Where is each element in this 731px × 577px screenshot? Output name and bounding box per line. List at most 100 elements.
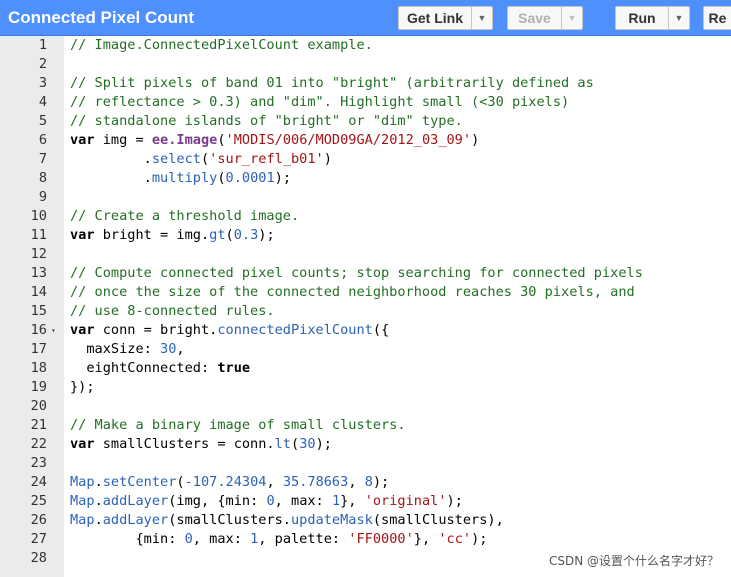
code-token: ( (217, 132, 226, 148)
chevron-down-icon[interactable]: ▼ (471, 7, 492, 29)
code-token: (smallClusters. (168, 512, 291, 528)
line-number: 21 (30, 417, 47, 433)
line-number: 28 (30, 550, 47, 566)
code-token: // use 8-connected rules. (70, 303, 275, 319)
code-line[interactable]: 27 {min: 0, max: 1, palette: 'FF0000'}, … (0, 530, 731, 549)
code-line[interactable]: 20 (0, 397, 731, 416)
code-editor[interactable]: 1// Image.ConnectedPixelCount example. 2 3… (0, 36, 731, 577)
code-token: ) (323, 151, 332, 167)
code-token: , (348, 474, 365, 490)
code-token: true (217, 360, 251, 376)
code-token: 1 (331, 493, 341, 509)
code-token: Map (70, 512, 95, 528)
line-number: 2 (38, 56, 47, 72)
code-text: var smallClusters = conn.lt(30); (70, 435, 332, 454)
script-title: Connected Pixel Count (8, 8, 195, 27)
line-number: 19 (30, 379, 47, 395)
code-line[interactable]: 13 // Compute connected pixel counts; sto… (0, 264, 731, 283)
line-number: 4 (38, 94, 47, 110)
code-token: var (70, 132, 95, 148)
code-text: }); (70, 378, 95, 397)
code-line[interactable]: 15 // use 8-connected rules. (0, 302, 731, 321)
code-token: lt (274, 436, 291, 452)
code-token: -107.24304 (184, 474, 267, 490)
code-line[interactable]: 7 .select('sur_refl_b01') (0, 150, 731, 169)
code-text: var bright = img.gt(0.3); (70, 226, 275, 245)
code-text: eightConnected: true (70, 359, 250, 378)
code-token: 0 (266, 493, 275, 509)
code-line[interactable]: 19}); (0, 378, 731, 397)
code-token: 'cc' (438, 531, 472, 547)
code-line[interactable]: 6 var img = ee.Image('MODIS/006/MOD09GA/2… (0, 131, 731, 150)
code-token: 30 (160, 341, 177, 357)
code-line[interactable]: 11 var bright = img.gt(0.3); (0, 226, 731, 245)
line-number: 26 (30, 512, 47, 528)
code-token: 'MODIS/006/MOD09GA/2012_03_09' (225, 132, 472, 148)
code-token: select (151, 151, 201, 167)
chevron-down-icon[interactable]: ▼ (668, 7, 689, 29)
code-token: ); (471, 531, 488, 547)
code-line[interactable]: 16 ▾ var conn = bright.connectedPixelCount… (0, 321, 731, 340)
code-token: Map (70, 474, 95, 490)
code-token: ee.Image (151, 132, 218, 148)
code-token: img = (94, 132, 152, 148)
code-line[interactable]: 4 // reflectance > 0.3) and "dim". Highli… (0, 93, 731, 112)
code-line[interactable]: 21 // Make a binary image of small cluste… (0, 416, 731, 435)
code-line[interactable]: 23 (0, 454, 731, 473)
code-token: maxSize: (70, 341, 161, 357)
reset-button[interactable]: Re (703, 6, 731, 30)
code-text: Map.setCenter(-107.24304, 35.78663, 8); (70, 473, 389, 492)
line-number: 25 (30, 493, 47, 509)
code-token: // Image.ConnectedPixelCount example. (70, 37, 373, 53)
code-token: . (94, 474, 103, 490)
code-token: // standalone islands of "bright" or "di… (70, 113, 463, 129)
code-token: Map (70, 493, 95, 509)
code-line[interactable]: 9 (0, 188, 731, 207)
reset-label: Re (708, 10, 727, 26)
code-token: 'FF0000' (348, 531, 414, 547)
code-line[interactable]: 14 // once the size of the connected neig… (0, 283, 731, 302)
code-token: setCenter (102, 474, 177, 490)
line-number: 9 (38, 189, 47, 205)
code-token: ( (225, 227, 234, 243)
code-line[interactable]: 12 (0, 245, 731, 264)
code-line[interactable]: 17 maxSize: 30, (0, 340, 731, 359)
code-text: // Make a binary image of small clusters… (70, 416, 406, 435)
line-number: 14 (30, 284, 47, 300)
line-number: 18 (30, 360, 47, 376)
code-line[interactable]: 24 Map.setCenter(-107.24304, 35.78663, 8)… (0, 473, 731, 492)
code-line[interactable]: 22 var smallClusters = conn.lt(30); (0, 435, 731, 454)
code-token: ) (471, 132, 480, 148)
run-label: Run (628, 10, 656, 26)
code-token: {min: (119, 531, 185, 547)
fold-arrow-icon[interactable]: ▾ (51, 321, 56, 340)
code-line[interactable]: 5 // standalone islands of "bright" or "d… (0, 112, 731, 131)
code-line[interactable]: 26 Map.addLayer(smallClusters.updateMask(… (0, 511, 731, 530)
get-link-button[interactable]: Get Link ▼ (398, 6, 493, 30)
get-link-label: Get Link (406, 10, 463, 26)
code-token: // once the size of the connected neighb… (70, 284, 635, 300)
code-token: ( (291, 436, 300, 452)
code-text: var conn = bright.connectedPixelCount({ (70, 321, 389, 340)
editor-header: Connected Pixel Count Get Link ▼ Save ▼ … (0, 0, 731, 36)
code-line[interactable]: 8 .multiply(0.0001); (0, 169, 731, 188)
code-token: 0 (184, 531, 193, 547)
code-token: ); (274, 170, 292, 186)
code-text: Map.addLayer(smallClusters.updateMask(sm… (70, 511, 504, 530)
code-line[interactable]: 3 // Split pixels of band 01 into "bright… (0, 74, 731, 93)
code-line[interactable]: 25 Map.addLayer(img, {min: 0, max: 1}, 'o… (0, 492, 731, 511)
line-number: 12 (30, 246, 47, 262)
code-line[interactable]: 1 // Image.ConnectedPixelCount example. (0, 36, 731, 55)
code-token: 8 (364, 474, 373, 490)
save-button[interactable]: Save ▼ (507, 6, 583, 30)
code-token: 'original' (364, 493, 447, 509)
line-number: 7 (38, 151, 47, 167)
run-button[interactable]: Run ▼ (615, 6, 690, 30)
code-line[interactable]: 2 (0, 55, 731, 74)
code-line[interactable]: 18 eightConnected: true (0, 359, 731, 378)
code-token: eightConnected: (70, 360, 218, 376)
chevron-down-icon[interactable]: ▼ (561, 7, 582, 29)
code-token: bright = img. (94, 227, 210, 243)
code-line[interactable]: 10 // Create a threshold image. (0, 207, 731, 226)
